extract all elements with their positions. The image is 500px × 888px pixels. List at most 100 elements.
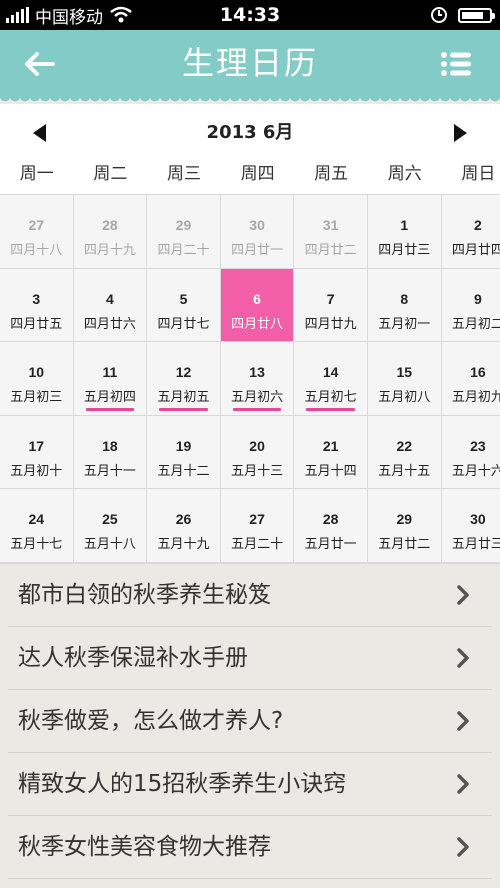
- day-number: 7: [326, 290, 335, 307]
- day-number: 31: [322, 217, 339, 233]
- article-list-item[interactable]: 精致女人的15招秋季养生小诀窍: [8, 753, 492, 816]
- chevron-right-icon: [457, 648, 469, 668]
- day-number: 29: [175, 217, 192, 233]
- calendar-day[interactable]: 14 五月初七: [294, 342, 367, 415]
- calendar-day[interactable]: 1 四月廿三: [367, 195, 441, 268]
- next-month-button[interactable]: [442, 118, 478, 148]
- calendar-day[interactable]: 27 四月十八: [0, 195, 73, 268]
- calendar-day[interactable]: 8 五月初一: [367, 268, 441, 341]
- day-number: 16: [470, 364, 486, 380]
- calendar-day[interactable]: 11 五月初四: [73, 342, 147, 415]
- calendar-day[interactable]: 30 四月廿一: [220, 195, 294, 268]
- calendar-day[interactable]: 28 五月廿一: [294, 489, 367, 562]
- calendar-day[interactable]: 29 四月二十: [147, 195, 220, 268]
- day-number: 21: [322, 437, 339, 454]
- calendar-day[interactable]: 5 四月廿七: [147, 268, 220, 341]
- calendar-day[interactable]: 3 四月廿五: [0, 268, 73, 341]
- page-title: 生理日历: [181, 44, 318, 82]
- calendar-day[interactable]: 23 五月十六: [441, 415, 500, 488]
- lunar-date: 五月十三: [231, 463, 284, 479]
- lunar-date: 五月十六: [451, 463, 500, 479]
- calendar-day[interactable]: 15 五月初八: [367, 342, 441, 415]
- day-number: 23: [470, 437, 486, 454]
- lunar-date: 五月廿二: [378, 537, 431, 552]
- day-number: 5: [179, 290, 188, 307]
- calendar-day[interactable]: 10 五月初三: [0, 342, 73, 415]
- menu-button[interactable]: [426, 44, 486, 84]
- day-number: 28: [102, 217, 118, 233]
- weekday-label: 周三: [166, 164, 201, 184]
- weekday-label: 周六: [387, 164, 422, 184]
- lunar-date: 四月廿七: [157, 316, 210, 332]
- day-number: 10: [28, 364, 45, 380]
- lunar-date: 五月初三: [10, 390, 63, 405]
- calendar-day[interactable]: 17 五月初十: [0, 415, 73, 488]
- lunar-date: 四月十八: [10, 243, 63, 258]
- lunar-date: 五月初九: [451, 390, 500, 405]
- calendar-day[interactable]: 12 五月初五: [147, 342, 220, 415]
- calendar-day[interactable]: 22 五月十五: [367, 415, 441, 488]
- day-number: 29: [396, 511, 413, 527]
- calendar-day[interactable]: 28 四月十九: [73, 195, 147, 268]
- calendar-day[interactable]: 16 五月初九: [441, 342, 500, 415]
- article-title: 都市白领的秋季养生秘笈: [18, 582, 271, 608]
- lunar-date: 四月二十: [157, 243, 210, 258]
- article-list-item[interactable]: 秋季女性美容食物大推荐: [8, 816, 492, 879]
- calendar-day[interactable]: 4 四月廿六: [73, 268, 147, 341]
- calendar-day[interactable]: 7 四月廿九: [294, 268, 367, 341]
- calendar-day[interactable]: 9 五月初二: [441, 268, 500, 341]
- article-title: 秋季女性美容食物大推荐: [18, 834, 271, 860]
- calendar-day[interactable]: 30 五月廿三: [441, 489, 500, 562]
- day-number: 9: [473, 290, 482, 307]
- lunar-date: 五月初一: [378, 316, 431, 332]
- weekday-label: 周日: [461, 164, 496, 184]
- day-number: 30: [249, 217, 265, 233]
- article-title: 达人秋季保湿补水手册: [18, 645, 248, 671]
- calendar-day-today[interactable]: 6 四月廿八: [220, 268, 294, 341]
- status-time: 14:33: [219, 4, 281, 26]
- day-number: 12: [175, 364, 192, 380]
- article-list-item[interactable]: 秋季做爱，怎么做才养人?: [8, 690, 492, 753]
- lunar-date: 四月廿六: [83, 316, 136, 332]
- lunar-date: 四月廿一: [231, 243, 284, 258]
- day-number: 8: [400, 290, 409, 307]
- calendar-grid: 27 四月十八 28 四月十九 29 四月二十 30 四月廿一 31 四月廿二 1 四月廿三 2 四月廿四…: [0, 194, 500, 565]
- lunar-date: 四月十九: [83, 243, 136, 258]
- article-list: 都市白领的秋季养生秘笈 达人秋季保湿补水手册秋季做爱，怎么做才养人? 精致女人的15…: [0, 564, 500, 888]
- calendar-day[interactable]: 19 五月十二: [147, 415, 220, 488]
- calendar-day[interactable]: 26 五月十九: [147, 489, 220, 562]
- day-number: 11: [102, 364, 118, 380]
- status-right: [430, 0, 495, 30]
- calendar-day[interactable]: 13 五月初六: [220, 342, 294, 415]
- day-number: 24: [28, 511, 45, 527]
- calendar-day[interactable]: 20 五月十三: [220, 415, 294, 488]
- chevron-right-icon: [457, 585, 469, 605]
- calendar-day[interactable]: 18 五月十一: [73, 415, 147, 488]
- day-number: 18: [102, 437, 118, 454]
- day-number: 15: [396, 364, 413, 380]
- calendar-day[interactable]: 25 五月十八: [73, 489, 147, 562]
- chevron-right-icon: [457, 711, 469, 731]
- lunar-date: 五月十五: [378, 463, 431, 479]
- weekday-header: 周一 周二 周三 周四 周五 周六 周日: [0, 160, 500, 194]
- lunar-date: 五月十八: [83, 537, 136, 552]
- lunar-date: 五月初十: [10, 463, 63, 479]
- day-number: 30: [470, 511, 486, 527]
- header-scallop-edge: [0, 96, 500, 104]
- lunar-date: 四月廿二: [304, 243, 357, 258]
- calendar-day[interactable]: 27 五月二十: [220, 489, 294, 562]
- article-list-item[interactable]: 达人秋季保湿补水手册: [8, 627, 492, 690]
- lunar-date: 五月初七: [304, 390, 357, 405]
- calendar-day[interactable]: 24 五月十七: [0, 489, 73, 562]
- lunar-date: 五月二十: [231, 537, 284, 552]
- calendar-day[interactable]: 29 五月廿二: [367, 489, 441, 562]
- article-list-item[interactable]: 都市白领的秋季养生秘笈: [8, 564, 492, 627]
- calendar-day[interactable]: 31 四月廿二: [294, 195, 367, 268]
- lunar-date: 五月初二: [451, 316, 500, 332]
- day-number: 19: [175, 437, 192, 454]
- lunar-date: 四月廿八: [231, 316, 284, 332]
- calendar-day[interactable]: 21 五月十四: [294, 415, 367, 488]
- lunar-date: 五月廿一: [304, 537, 357, 552]
- period-marker: [232, 408, 282, 411]
- calendar-day[interactable]: 2 四月廿四: [441, 195, 500, 268]
